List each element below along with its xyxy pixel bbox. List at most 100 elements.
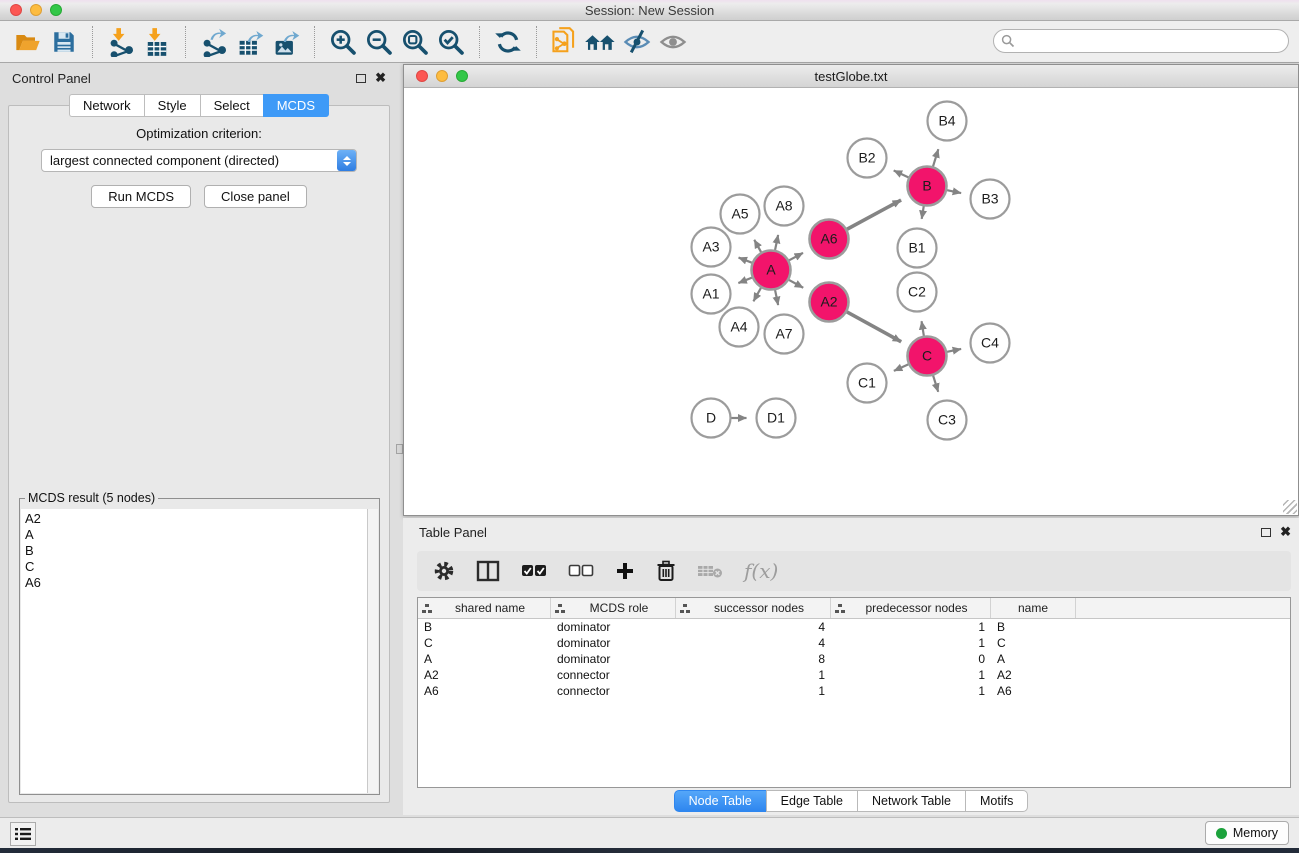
table-row[interactable]: Adominator80A [418, 651, 1290, 667]
graph-node-B[interactable]: B [908, 167, 947, 206]
table-settings-button[interactable] [433, 560, 455, 582]
tab-network-table[interactable]: Network Table [857, 790, 965, 812]
zoom-selected-button[interactable] [433, 25, 469, 59]
table-row[interactable]: Bdominator41B [418, 619, 1290, 635]
graph-node-C[interactable]: C [908, 337, 947, 376]
mcds-result-list[interactable]: A2ABCA6 [21, 509, 367, 793]
memory-button[interactable]: Memory [1205, 821, 1289, 845]
export-image-button[interactable] [268, 25, 304, 59]
graph-node-C4[interactable]: C4 [971, 324, 1010, 363]
select-all-button[interactable] [521, 564, 547, 578]
table-cell[interactable]: 1 [831, 619, 991, 635]
zoom-in-button[interactable] [325, 25, 361, 59]
open-session-button[interactable] [10, 25, 46, 59]
table-cell[interactable]: 0 [831, 651, 991, 667]
graph-edge-A2-C[interactable] [847, 312, 901, 342]
tab-motifs[interactable]: Motifs [965, 790, 1028, 812]
task-history-button[interactable] [10, 822, 36, 846]
result-item[interactable]: A [21, 527, 367, 543]
graph-edge-A-A6[interactable] [789, 253, 803, 260]
table-cell[interactable]: 1 [831, 635, 991, 651]
graph-node-B2[interactable]: B2 [848, 139, 887, 178]
graph-edge-B-B2[interactable] [894, 170, 909, 177]
graph-edge-A-A1[interactable] [738, 278, 752, 283]
refresh-button[interactable] [490, 25, 526, 59]
column-header-shared-name[interactable]: shared name [418, 598, 551, 618]
graph-node-B4[interactable]: B4 [928, 102, 967, 141]
table-cell[interactable]: A6 [418, 683, 551, 699]
graph-edge-C-C2[interactable] [922, 321, 924, 336]
graph-node-B3[interactable]: B3 [971, 180, 1010, 219]
table-row[interactable]: A2connector11A2 [418, 667, 1290, 683]
result-item[interactable]: C [21, 559, 367, 575]
delete-column-button[interactable] [656, 560, 676, 582]
column-header-MCDS-role[interactable]: MCDS role [551, 598, 676, 618]
table-cell[interactable]: connector [551, 667, 676, 683]
table-row[interactable]: Cdominator41C [418, 635, 1290, 651]
graph-node-A7[interactable]: A7 [765, 315, 804, 354]
table-cell[interactable]: connector [551, 683, 676, 699]
network-window-titlebar[interactable]: testGlobe.txt [404, 65, 1298, 88]
table-cell[interactable]: A6 [991, 683, 1076, 699]
table-cell[interactable]: 1 [831, 683, 991, 699]
save-session-button[interactable] [46, 25, 82, 59]
graph-edge-A-A2[interactable] [789, 280, 803, 288]
table-cell[interactable]: C [418, 635, 551, 651]
column-header-successor-nodes[interactable]: successor nodes [676, 598, 831, 618]
result-item[interactable]: A6 [21, 575, 367, 591]
export-table-button[interactable] [232, 25, 268, 59]
search-input[interactable] [993, 29, 1289, 53]
table-cell[interactable]: dominator [551, 651, 676, 667]
result-item[interactable]: A2 [21, 511, 367, 527]
zoom-out-button[interactable] [361, 25, 397, 59]
run-mcds-button[interactable]: Run MCDS [91, 185, 191, 208]
graph-node-D[interactable]: D [692, 399, 731, 438]
graph-node-A2[interactable]: A2 [810, 283, 849, 322]
column-header-name[interactable]: name [991, 598, 1076, 618]
deselect-all-button[interactable] [568, 564, 594, 578]
table-cell[interactable]: C [991, 635, 1076, 651]
table-cell[interactable]: B [991, 619, 1076, 635]
graph-edge-C-C3[interactable] [933, 376, 938, 392]
import-table-button[interactable] [139, 25, 175, 59]
table-cell[interactable]: A2 [991, 667, 1076, 683]
resize-grip-icon[interactable] [1283, 500, 1297, 514]
table-cell[interactable]: A2 [418, 667, 551, 683]
table-cell[interactable]: 1 [831, 667, 991, 683]
graph-edge-A-A7[interactable] [775, 290, 778, 305]
graph-edge-A6-B[interactable] [847, 200, 901, 229]
table-cell[interactable]: 4 [676, 635, 831, 651]
split-pane-handle[interactable] [396, 444, 403, 454]
table-cell[interactable]: B [418, 619, 551, 635]
table-cell[interactable]: A [418, 651, 551, 667]
show-columns-button[interactable] [476, 560, 500, 582]
tab-select[interactable]: Select [200, 94, 263, 117]
close-panel-icon[interactable]: ✖ [375, 73, 386, 83]
add-column-button[interactable] [615, 561, 635, 581]
graph-node-A[interactable]: A [752, 251, 791, 290]
graph-node-A4[interactable]: A4 [720, 308, 759, 347]
tab-node-table[interactable]: Node Table [674, 790, 766, 812]
graph-edge-A-A8[interactable] [775, 235, 778, 250]
show-graphics-details-button[interactable] [655, 25, 691, 59]
tab-edge-table[interactable]: Edge Table [766, 790, 857, 812]
table-cell[interactable]: dominator [551, 619, 676, 635]
graph-node-B1[interactable]: B1 [898, 229, 937, 268]
graph-edge-A-A3[interactable] [739, 258, 752, 263]
table-cell[interactable]: 4 [676, 619, 831, 635]
graph-node-A8[interactable]: A8 [765, 187, 804, 226]
graph-edge-C-C1[interactable] [894, 364, 908, 370]
tab-network[interactable]: Network [69, 94, 144, 117]
graph-edge-A-A5[interactable] [754, 240, 761, 252]
graph-node-D1[interactable]: D1 [757, 399, 796, 438]
delete-table-button[interactable] [697, 563, 723, 579]
graph-node-C3[interactable]: C3 [928, 401, 967, 440]
tab-mcds[interactable]: MCDS [263, 94, 329, 117]
graph-node-A1[interactable]: A1 [692, 275, 731, 314]
function-builder-button[interactable]: f(x) [744, 559, 778, 583]
graph-edge-B-B4[interactable] [933, 149, 938, 166]
criterion-select[interactable]: largest connected component (directed) [41, 149, 357, 172]
graph-edge-B-B1[interactable] [922, 206, 924, 219]
table-cell[interactable]: 1 [676, 667, 831, 683]
hide-graphics-details-button[interactable] [619, 25, 655, 59]
